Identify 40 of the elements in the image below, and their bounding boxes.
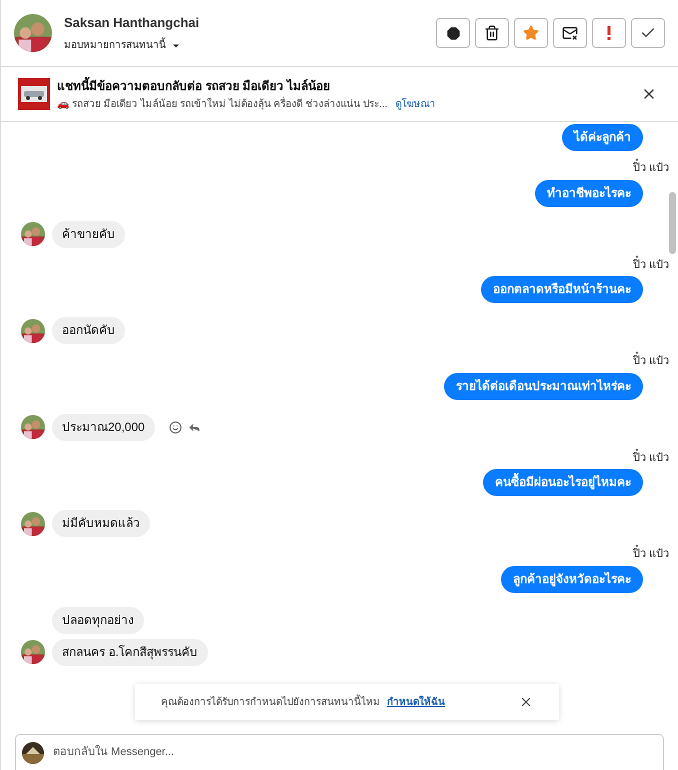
outgoing-message: คนซื้อมีผ่อนอะไรอยู่ไหมคะ: [483, 469, 643, 496]
sender-name: ปิ๋ว แป๋ว: [632, 450, 669, 466]
sender-name: ปิ๋ว แป๋ว: [632, 160, 669, 176]
outgoing-message: ได้ค่ะลูกค้า: [562, 124, 643, 151]
assign-dropdown[interactable]: มอบหมายการสนทนานี้: [64, 38, 200, 54]
done-button[interactable]: [631, 18, 665, 48]
assign-me-link[interactable]: กำหนดให้ฉัน: [387, 694, 445, 710]
incoming-message: ออกนัดคับ: [52, 317, 125, 344]
notice-text: คุณต้องการได้รับการกำหนดไปยังการสนทนานี้ไหม: [161, 694, 380, 710]
outgoing-message: ออกตลาดหรือมีหน้าร้านคะ: [481, 276, 643, 303]
star-icon: [523, 25, 539, 41]
sender-name: ปิ๋ว แป๋ว: [632, 256, 669, 273]
delete-button[interactable]: [475, 18, 509, 48]
outgoing-message: รายได้ต่อเดือนประมาณเท่าไหร่คะ: [444, 372, 643, 400]
incoming-message: สกลนคร อ.โคกสีสุพรรนคับ: [52, 638, 208, 666]
outgoing-message: ลูกค้าอยู่จังหวัดอะไรคะ: [501, 566, 643, 592]
ad-title: แชทนี้มีข้อความตอบกลับต่อ รถสวย มือเดียว ไมล์น้อย: [57, 76, 332, 94]
envelope-icon: [562, 25, 578, 41]
reply-box[interactable]: ตอบกลับใน Messenger...: [15, 734, 664, 770]
view-ad-link[interactable]: ดูโฆษณา: [396, 96, 436, 112]
sender-name: ปิ๋ว แป๋ว: [632, 546, 669, 562]
close-icon: [519, 695, 533, 709]
contact-name: Saksan Hanthangchai: [64, 14, 200, 32]
trash-icon: [484, 25, 500, 41]
reply-field[interactable]: ตอบกลับใน Messenger...: [53, 744, 657, 761]
unread-button[interactable]: [553, 18, 587, 48]
exclamation-icon: [607, 26, 611, 40]
incoming-message: ม่มีคับหมดแล้ว: [52, 510, 150, 537]
spam-button[interactable]: [436, 18, 470, 48]
outgoing-message: ทำอาชีพอะไรคะ: [535, 180, 643, 206]
sender-name: ปิ๋ว แป๋ว: [632, 353, 669, 370]
scrollbar[interactable]: [669, 192, 676, 254]
incoming-message: ปลอดทุกอย่าง: [52, 606, 144, 634]
ad-description: 🚗 รถสวย มือเดียว ไมล์น้อย รถเข้าใหม่ ไม่ต้องลุ้น ครื่องดี ช่วงล่างแน่น ประ...: [57, 96, 388, 112]
star-button[interactable]: [514, 18, 548, 48]
incoming-message: ค้าขายคับ: [52, 220, 125, 248]
emoji-icon[interactable]: [168, 420, 182, 434]
close-button[interactable]: [519, 695, 533, 709]
incoming-message: ประมาณ20,000: [52, 414, 155, 440]
important-button[interactable]: [592, 18, 626, 48]
